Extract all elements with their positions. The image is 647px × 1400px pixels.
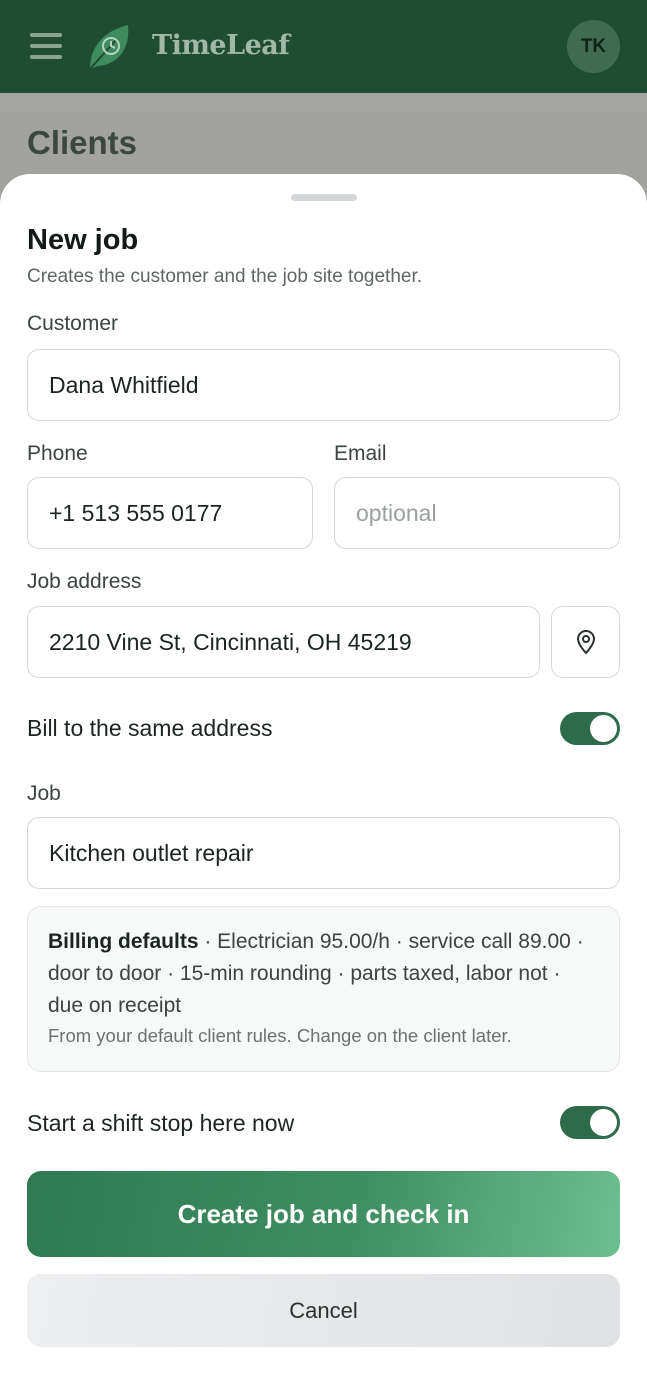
bill-same-address-label: Bill to the same address [27,715,273,741]
customer-field[interactable] [27,349,620,421]
toggle-knob [590,715,617,742]
customer-input[interactable] [49,371,619,399]
app-bar: TimeLeaf TK [0,0,647,93]
phone-label: Phone [27,442,88,465]
job-field[interactable] [27,817,620,889]
map-pin-icon [576,630,595,655]
email-field[interactable] [334,477,620,549]
create-job-button[interactable]: Create job and check in [27,1171,620,1257]
job-input[interactable] [49,839,619,867]
sheet-title: New job [27,224,139,256]
leaf-clock-icon [89,25,129,70]
billing-defaults-card: Billing defaults · Electrician 95.00/h ·… [27,906,620,1072]
app-title: TimeLeaf [152,30,290,61]
email-label: Email [334,442,387,465]
sheet-drag-handle[interactable] [291,194,357,201]
avatar[interactable]: TK [567,20,620,73]
toggle-knob [590,1109,617,1136]
cancel-button[interactable]: Cancel [27,1274,620,1347]
billing-defaults-heading: Billing defaults [48,930,199,953]
phone-field[interactable] [27,477,313,549]
shift-stop-toggle[interactable] [560,1106,620,1139]
address-input[interactable] [49,628,539,656]
customer-label: Customer [27,312,119,335]
locate-address-button[interactable] [551,606,620,678]
phone-input[interactable] [49,499,312,527]
sheet-subtitle: Creates the customer and the job site to… [27,266,423,287]
address-field[interactable] [27,606,540,678]
job-label: Job [27,782,61,805]
bill-same-address-toggle[interactable] [560,712,620,745]
page-title: Clients [27,124,138,161]
billing-defaults-note: From your default client rules. Change o… [48,1025,512,1046]
billing-defaults-text: Billing defaults · Electrician 95.00/h ·… [48,926,599,1022]
menu-icon[interactable] [30,33,62,59]
shift-stop-label: Start a shift stop here now [27,1110,295,1136]
address-label: Job address [27,570,142,593]
email-input[interactable] [356,499,619,527]
